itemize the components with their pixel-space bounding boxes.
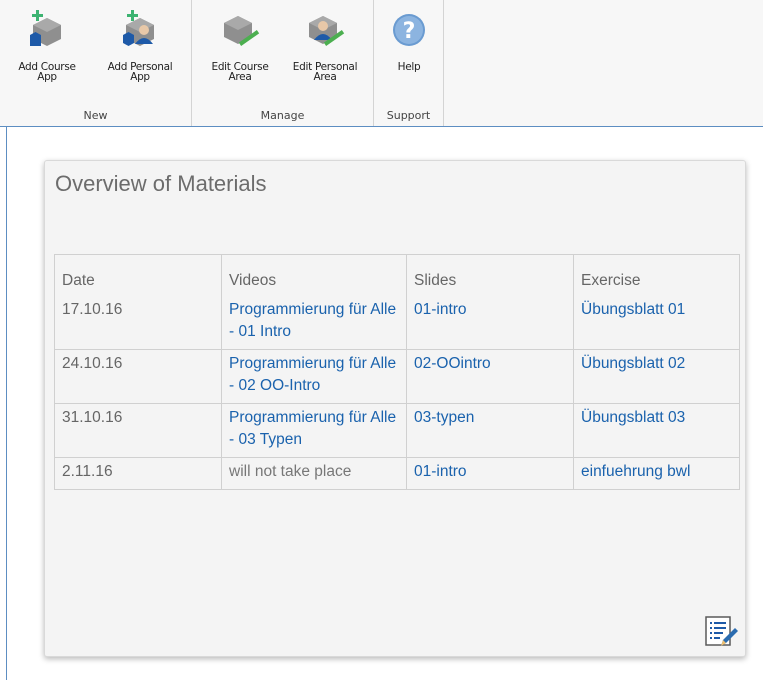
slides-cell: 02-OOintro: [406, 349, 574, 404]
help-label: Help: [397, 61, 421, 73]
exercise-link[interactable]: Übungsblatt 01: [581, 301, 685, 318]
slides-link[interactable]: 01-intro: [414, 463, 467, 480]
date-cell: 2.11.16: [54, 457, 222, 490]
help-icon: ?: [389, 10, 429, 50]
table-row: 2.11.16 will not take place 01-intro ein…: [54, 457, 740, 490]
video-cell: Programmierung für Alle - 02 OO-Intro: [221, 349, 407, 404]
video-link[interactable]: Programmierung für Alle - 01 Intro: [229, 301, 396, 340]
ribbon-group-support: ? Help Support: [374, 0, 444, 126]
add-personal-app-label: Add Personal App: [107, 61, 173, 83]
video-cell: Programmierung für Alle - 01 Intro: [221, 295, 407, 350]
exercise-link[interactable]: einfuehrung bwl: [581, 463, 690, 480]
edit-course-area-label: Edit Course Area: [211, 61, 269, 83]
materials-card: Overview of Materials Date Videos Slides…: [44, 160, 746, 657]
add-course-app-button[interactable]: Add Course App: [8, 10, 86, 82]
date-cell: 31.10.16: [54, 403, 222, 458]
svg-text:?: ?: [403, 19, 416, 44]
ribbon-group-manage: Edit Course Area Edit Personal Area Mana…: [192, 0, 374, 126]
date-cell: 17.10.16: [54, 295, 222, 350]
date-cell: 24.10.16: [54, 349, 222, 404]
edit-personal-area-button[interactable]: Edit Personal Area: [282, 10, 368, 82]
slides-link[interactable]: 03-typen: [414, 409, 474, 426]
card-title: Overview of Materials: [55, 171, 267, 196]
edit-course-area-button[interactable]: Edit Course Area: [198, 10, 282, 82]
ribbon-group-new: Add Course App Add Personal App New: [0, 0, 192, 126]
content-left-border: [6, 127, 7, 680]
exercise-link[interactable]: Übungsblatt 03: [581, 409, 685, 426]
header-videos: Videos: [221, 254, 407, 295]
ribbon-group-label-manage: Manage: [260, 109, 305, 122]
table-row: 24.10.16 Programmierung für Alle - 02 OO…: [54, 349, 740, 404]
exercise-cell: einfuehrung bwl: [573, 457, 740, 490]
exercise-cell: Übungsblatt 01: [573, 295, 740, 350]
edit-course-area-icon: [220, 10, 260, 50]
table-row: 17.10.16 Programmierung für Alle - 01 In…: [54, 295, 740, 350]
header-slides: Slides: [406, 254, 574, 295]
video-note: will not take place: [229, 463, 352, 480]
slides-cell: 01-intro: [406, 295, 574, 350]
ribbon-group-label-new: New: [83, 109, 108, 122]
edit-personal-area-label: Edit Personal Area: [292, 61, 358, 83]
help-button[interactable]: ? Help: [384, 10, 434, 72]
materials-table: Date Videos Slides Exercise 17.10.16 Pro…: [54, 254, 740, 490]
table-header-row: Date Videos Slides Exercise: [54, 254, 740, 295]
video-cell: will not take place: [221, 457, 407, 490]
exercise-link[interactable]: Übungsblatt 02: [581, 355, 685, 372]
exercise-cell: Übungsblatt 02: [573, 349, 740, 404]
exercise-cell: Übungsblatt 03: [573, 403, 740, 458]
video-cell: Programmierung für Alle - 03 Typen: [221, 403, 407, 458]
slides-link[interactable]: 02-OOintro: [414, 355, 491, 372]
add-course-app-icon: [27, 10, 67, 50]
add-course-app-label: Add Course App: [18, 61, 76, 83]
add-personal-app-button[interactable]: Add Personal App: [94, 10, 186, 82]
header-date: Date: [54, 254, 222, 295]
slides-cell: 01-intro: [406, 457, 574, 490]
video-link[interactable]: Programmierung für Alle - 03 Typen: [229, 409, 396, 448]
video-link[interactable]: Programmierung für Alle - 02 OO-Intro: [229, 355, 396, 394]
add-personal-app-icon: [120, 10, 160, 50]
ribbon-group-label-support: Support: [386, 109, 431, 122]
edit-content-icon[interactable]: [703, 614, 739, 650]
slides-link[interactable]: 01-intro: [414, 301, 467, 318]
header-exercise: Exercise: [573, 254, 740, 295]
slides-cell: 03-typen: [406, 403, 574, 458]
ribbon-toolbar: Add Course App Add Personal App New Edit…: [0, 0, 763, 127]
edit-personal-area-icon: [305, 10, 345, 50]
table-row: 31.10.16 Programmierung für Alle - 03 Ty…: [54, 403, 740, 458]
